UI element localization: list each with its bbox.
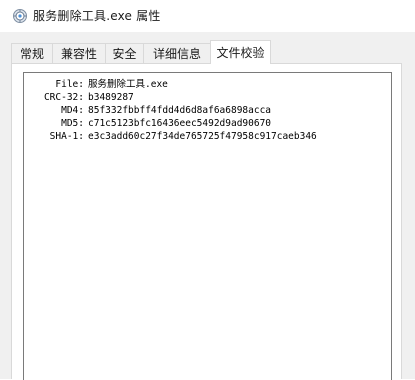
tab-security[interactable]: 安全 xyxy=(105,43,144,63)
tab-panel-file-checksum: File: 服务删除工具.exe CRC-32: b3489287 MD4: 85f3… xyxy=(11,63,402,380)
checksum-value: e3c3add60c27f34de765725f47958c917caeb346 xyxy=(88,131,317,142)
checksum-value: c71c5123bfc16436eec5492d9ad90670 xyxy=(88,118,272,129)
checksum-label: MD4: xyxy=(61,105,84,116)
tab-details[interactable]: 详细信息 xyxy=(143,43,211,63)
checksum-label: MD5: xyxy=(61,118,84,129)
checksum-value: b3489287 xyxy=(88,92,134,103)
checksum-value: 服务删除工具.exe xyxy=(88,79,168,90)
title-bar: 服务删除工具.exe 属性 xyxy=(0,0,415,32)
checksum-row-md4: MD4: 85f332fbbff4fdd4d6d8af6a6898acca xyxy=(24,104,317,117)
gear-app-icon xyxy=(12,8,28,24)
tab-compatibility[interactable]: 兼容性 xyxy=(52,43,106,63)
checksum-label: CRC-32: xyxy=(43,92,84,103)
checksum-row-crc32: CRC-32: b3489287 xyxy=(24,91,317,104)
tab-file-checksum[interactable]: 文件校验 xyxy=(210,40,271,64)
checksum-label: File: xyxy=(55,79,84,90)
window-title: 服务删除工具.exe 属性 xyxy=(33,9,161,23)
checksum-output-box[interactable]: File: 服务删除工具.exe CRC-32: b3489287 MD4: 85f3… xyxy=(23,72,392,380)
checksum-label: SHA-1: xyxy=(49,131,84,142)
checksum-row-sha1: SHA-1: e3c3add60c27f34de765725f47958c917c… xyxy=(24,130,317,143)
tab-strip: 常规 兼容性 安全 详细信息 文件校验 xyxy=(11,40,271,64)
checksum-row-file: File: 服务删除工具.exe xyxy=(24,78,317,91)
tab-general[interactable]: 常规 xyxy=(11,43,53,63)
checksum-list: File: 服务删除工具.exe CRC-32: b3489287 MD4: 85f3… xyxy=(24,78,317,143)
checksum-row-md5: MD5: c71c5123bfc16436eec5492d9ad90670 xyxy=(24,117,317,130)
checksum-value: 85f332fbbff4fdd4d6d8af6a6898acca xyxy=(88,105,272,116)
